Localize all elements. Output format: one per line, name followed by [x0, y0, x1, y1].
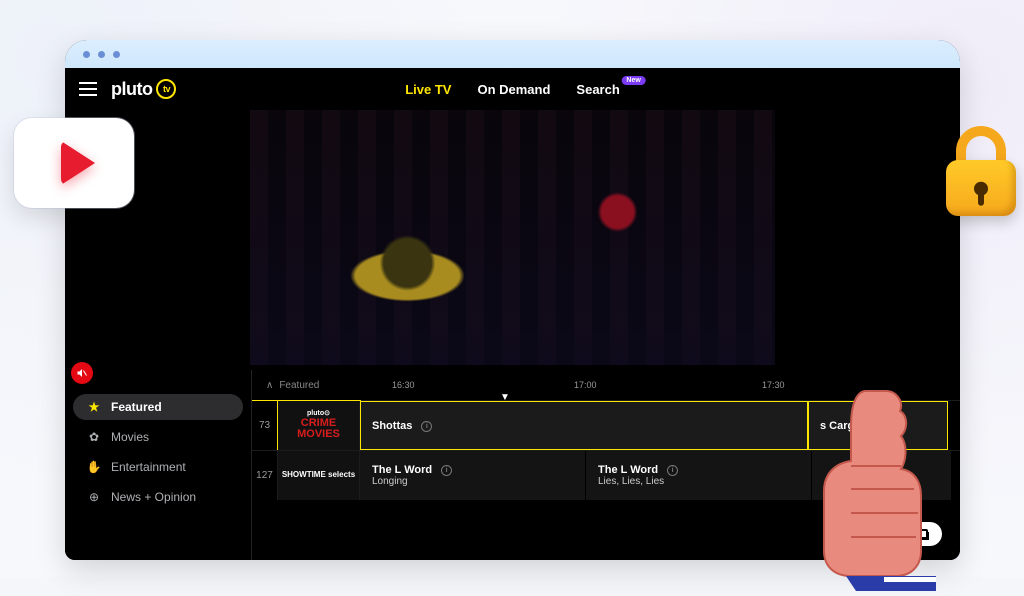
top-nav: Live TV On Demand Search New	[405, 82, 620, 97]
sidebar-item-movies[interactable]: ✿ Movies	[73, 424, 243, 450]
timeline-caret-icon: ∧	[266, 380, 273, 391]
sidebar-item-label: Featured	[111, 400, 162, 414]
program-cell[interactable]: Shottas i	[360, 401, 808, 450]
nav-on-demand[interactable]: On Demand	[477, 82, 550, 97]
globe-icon: ⊕	[87, 490, 101, 504]
window-dot	[98, 51, 105, 58]
star-icon: ★	[87, 400, 101, 414]
program-cell[interactable]: The L Word i Lies, Lies, Lies	[586, 451, 812, 500]
logo-tv-badge: tv	[156, 79, 176, 99]
lock-decoration	[946, 126, 1016, 216]
player-area	[65, 110, 960, 370]
info-icon[interactable]: i	[667, 465, 678, 476]
browser-titlebar	[65, 40, 960, 68]
timeline-time: 17:00	[574, 380, 597, 390]
topbar: pluto tv Live TV On Demand Search New	[65, 68, 960, 110]
window-dot	[83, 51, 90, 58]
logo-text: pluto	[111, 79, 152, 100]
clap-icon: ✋	[87, 460, 101, 474]
nav-search[interactable]: Search New	[576, 82, 619, 97]
sidebar-item-label: Movies	[111, 430, 149, 444]
program-title: The L Word	[372, 464, 432, 476]
program-title: Shottas	[372, 420, 412, 432]
window-dot	[113, 51, 120, 58]
new-badge: New	[621, 76, 645, 85]
play-icon	[61, 141, 95, 185]
info-icon[interactable]: i	[421, 421, 432, 432]
channel-number: 73	[252, 401, 278, 450]
menu-icon[interactable]	[79, 82, 97, 96]
video-player[interactable]	[250, 110, 775, 365]
timeline-time: 17:30	[762, 380, 785, 390]
channel-number: 127	[252, 451, 278, 500]
timeline-time: 16:30	[392, 380, 415, 390]
category-sidebar: ★ Featured ✿ Movies ✋ Entertainment ⊕ Ne…	[65, 370, 251, 560]
pluto-logo[interactable]: pluto tv	[111, 79, 176, 100]
thumbs-up-decoration	[796, 381, 936, 591]
sidebar-item-featured[interactable]: ★ Featured	[73, 394, 243, 420]
info-icon[interactable]: i	[441, 465, 452, 476]
play-card-decoration	[14, 118, 134, 208]
sidebar-item-entertainment[interactable]: ✋ Entertainment	[73, 454, 243, 480]
sidebar-item-news[interactable]: ⊕ News + Opinion	[73, 484, 243, 510]
program-subtitle: Longing	[372, 476, 573, 487]
program-subtitle: Lies, Lies, Lies	[598, 476, 799, 487]
program-cell[interactable]: The L Word i Longing	[360, 451, 586, 500]
nav-live-tv[interactable]: Live TV	[405, 82, 451, 97]
timeline-category: Featured	[279, 380, 319, 391]
channel-logo[interactable]: pluto⊙ CRIME MOVIES	[278, 401, 360, 450]
channel-logo[interactable]: SHOWTIME selects	[278, 451, 360, 500]
sidebar-item-label: Entertainment	[111, 460, 186, 474]
sidebar-item-label: News + Opinion	[111, 490, 196, 504]
reel-icon: ✿	[87, 430, 101, 444]
program-title: The L Word	[598, 464, 658, 476]
